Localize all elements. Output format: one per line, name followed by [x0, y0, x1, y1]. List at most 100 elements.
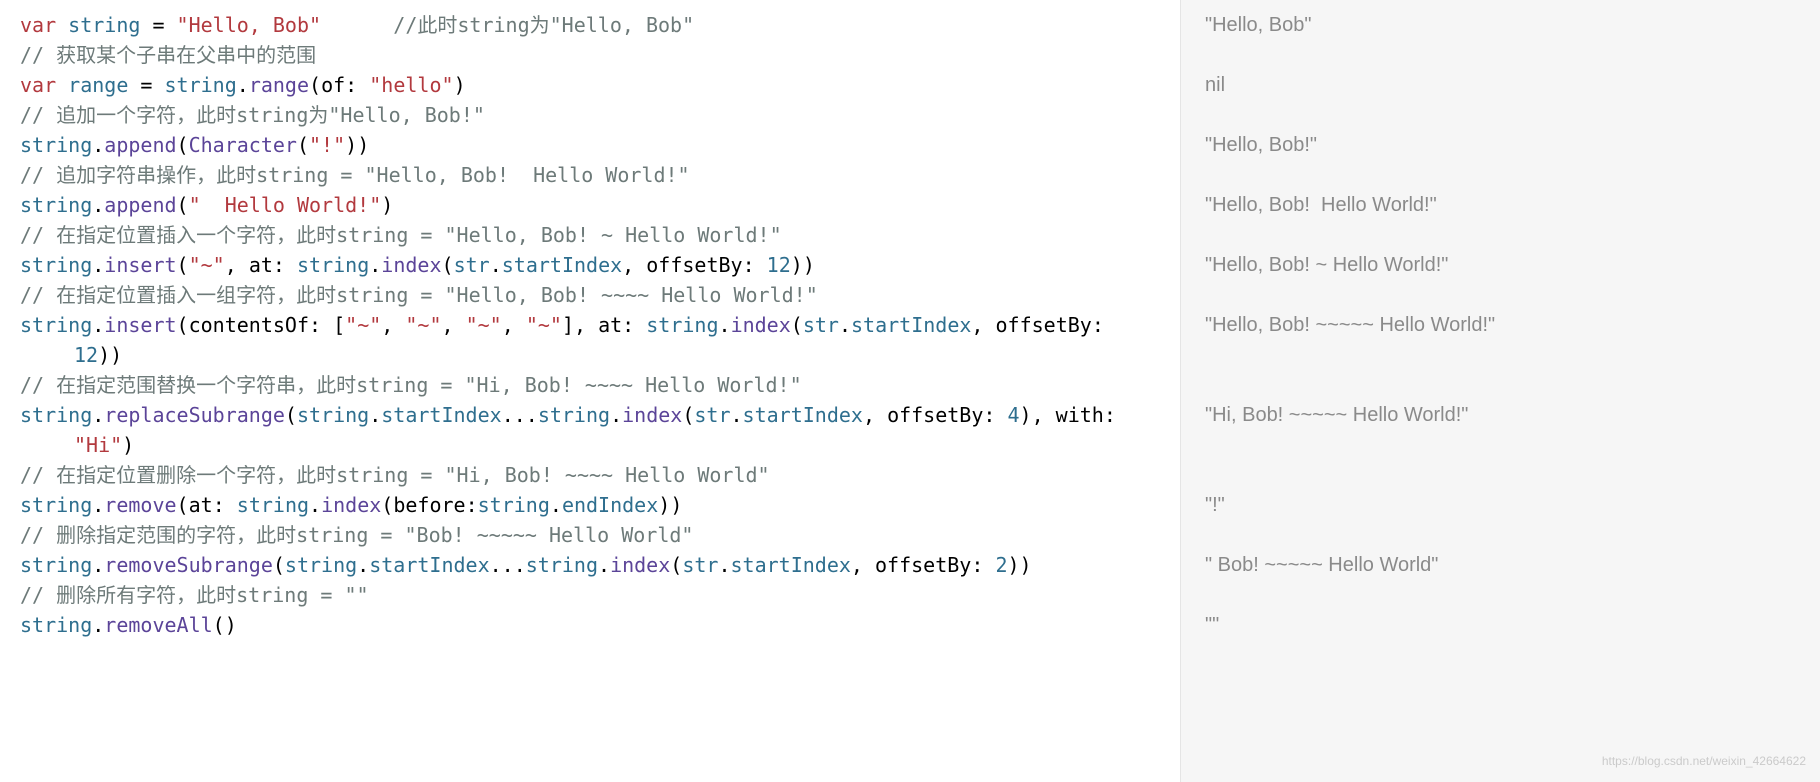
code-line[interactable]: // 删除指定范围的字符，此时string = "Bob! ~~~~~ Hell…	[20, 520, 1180, 550]
identifier: string	[20, 253, 92, 277]
paren: (	[213, 613, 225, 637]
string-literal: "~"	[405, 313, 441, 337]
colon: :	[622, 313, 646, 337]
result-value[interactable]: "Hello, Bob! ~~~~~ Hello World!"	[1205, 310, 1820, 340]
paren: )	[1007, 553, 1019, 577]
identifier: string	[297, 403, 369, 427]
code-editor[interactable]: var string = "Hello, Bob" //此时string为"He…	[0, 0, 1180, 782]
paren: )	[1020, 553, 1032, 577]
identifier: string	[526, 553, 598, 577]
result-value[interactable]: "!"	[1205, 490, 1820, 520]
code-line[interactable]: var range = string.range(of: "hello")	[20, 70, 1180, 100]
paren: )	[357, 133, 369, 157]
paren: )	[381, 193, 393, 217]
code-line[interactable]: // 获取某个子串在父串中的范围	[20, 40, 1180, 70]
code-line[interactable]: string.remove(at: string.index(before:st…	[20, 490, 1180, 520]
comment: // 在指定位置插入一组字符，此时string = "Hello, Bob! ~…	[20, 283, 818, 307]
watermark: https://blog.csdn.net/weixin_42664622	[1602, 746, 1806, 776]
code-line[interactable]: // 在指定位置插入一组字符，此时string = "Hello, Bob! ~…	[20, 280, 1180, 310]
method-removesubrange: removeSubrange	[104, 553, 273, 577]
comma: ,	[502, 313, 526, 337]
code-line[interactable]: // 在指定位置插入一个字符，此时string = "Hello, Bob! ~…	[20, 220, 1180, 250]
result-empty	[1205, 520, 1820, 550]
paren: (	[177, 253, 189, 277]
space	[56, 73, 68, 97]
colon: :	[309, 313, 333, 337]
identifier: string	[20, 193, 92, 217]
method-range: range	[249, 73, 309, 97]
paren: )	[225, 613, 237, 637]
paren: )	[791, 253, 803, 277]
dot: .	[731, 403, 743, 427]
dot: .	[237, 73, 249, 97]
identifier: string	[20, 403, 92, 427]
dot: .	[839, 313, 851, 337]
number-literal: 12	[767, 253, 791, 277]
arg-label: offsetBy	[887, 403, 983, 427]
arg-label: of	[321, 73, 345, 97]
paren: (	[177, 493, 189, 517]
code-line[interactable]: string.insert("~", at: string.index(str.…	[20, 250, 1180, 280]
dot: .	[357, 553, 369, 577]
comment: // 删除所有字符，此时string = ""	[20, 583, 369, 607]
arg-label: before	[393, 493, 465, 517]
code-line[interactable]: // 在指定位置删除一个字符，此时string = "Hi, Bob! ~~~~…	[20, 460, 1180, 490]
paren: )	[670, 493, 682, 517]
space	[321, 13, 393, 37]
dot: .	[92, 133, 104, 157]
method-remove: remove	[104, 493, 176, 517]
paren: (	[273, 553, 285, 577]
identifier: string	[237, 493, 309, 517]
code-line[interactable]: string.insert(contentsOf: ["~", "~", "~"…	[20, 310, 1180, 340]
code-line[interactable]: string.removeSubrange(string.startIndex.…	[20, 550, 1180, 580]
comment: // 追加一个字符，此时string为"Hello, Bob!"	[20, 103, 485, 127]
colon: :	[345, 73, 369, 97]
result-value[interactable]: ""	[1205, 610, 1820, 640]
arg-label: at	[598, 313, 622, 337]
code-line[interactable]: string.replaceSubrange(string.startIndex…	[20, 400, 1180, 430]
code-line-wrap[interactable]: "Hi")	[20, 430, 1180, 460]
paren: (	[791, 313, 803, 337]
result-value[interactable]: "Hello, Bob"	[1205, 10, 1820, 40]
paren: (	[177, 133, 189, 157]
comma: ,	[863, 403, 887, 427]
result-value[interactable]: "Hello, Bob! ~ Hello World!"	[1205, 250, 1820, 280]
code-line[interactable]: // 追加一个字符，此时string为"Hello, Bob!"	[20, 100, 1180, 130]
result-value[interactable]: "Hello, Bob! Hello World!"	[1205, 190, 1820, 220]
identifier: str	[803, 313, 839, 337]
paren: (	[177, 193, 189, 217]
playground-container: var string = "Hello, Bob" //此时string为"He…	[0, 0, 1820, 782]
result-value[interactable]: "Hello, Bob!"	[1205, 130, 1820, 160]
string-literal: "hello"	[369, 73, 453, 97]
comma: ,	[442, 313, 466, 337]
range-op: ...	[502, 403, 538, 427]
keyword-var: var	[20, 13, 56, 37]
identifier: string	[68, 13, 140, 37]
space	[56, 13, 68, 37]
result-value[interactable]: nil	[1205, 70, 1820, 100]
result-value[interactable]: " Bob! ~~~~~ Hello World"	[1205, 550, 1820, 580]
result-empty	[1205, 460, 1820, 490]
result-value[interactable]: "Hi, Bob! ~~~~~ Hello World!"	[1205, 400, 1820, 430]
code-line[interactable]: string.append(Character("!"))	[20, 130, 1180, 160]
code-line[interactable]: // 追加字符串操作，此时string = "Hello, Bob! Hello…	[20, 160, 1180, 190]
code-line[interactable]: // 删除所有字符，此时string = ""	[20, 580, 1180, 610]
arg-label: contentsOf	[189, 313, 309, 337]
code-line[interactable]: var string = "Hello, Bob" //此时string为"He…	[20, 10, 1180, 40]
assign: =	[128, 73, 164, 97]
results-sidebar[interactable]: "Hello, Bob" nil "Hello, Bob!" "Hello, B…	[1180, 0, 1820, 782]
property-startindex: startIndex	[743, 403, 863, 427]
code-line[interactable]: // 在指定范围替换一个字符串，此时string = "Hi, Bob! ~~~…	[20, 370, 1180, 400]
property-startindex: startIndex	[851, 313, 971, 337]
method-index: index	[622, 403, 682, 427]
code-line[interactable]: string.removeAll()	[20, 610, 1180, 640]
comment: // 在指定范围替换一个字符串，此时string = "Hi, Bob! ~~~…	[20, 373, 802, 397]
method-index: index	[731, 313, 791, 337]
code-line-wrap[interactable]: 12))	[20, 340, 1180, 370]
result-empty	[1205, 370, 1820, 400]
paren: (	[381, 493, 393, 517]
dot: .	[490, 253, 502, 277]
comment: //此时string为"Hello, Bob"	[393, 13, 694, 37]
code-line[interactable]: string.append(" Hello World!")	[20, 190, 1180, 220]
arg-label: offsetBy	[996, 313, 1092, 337]
